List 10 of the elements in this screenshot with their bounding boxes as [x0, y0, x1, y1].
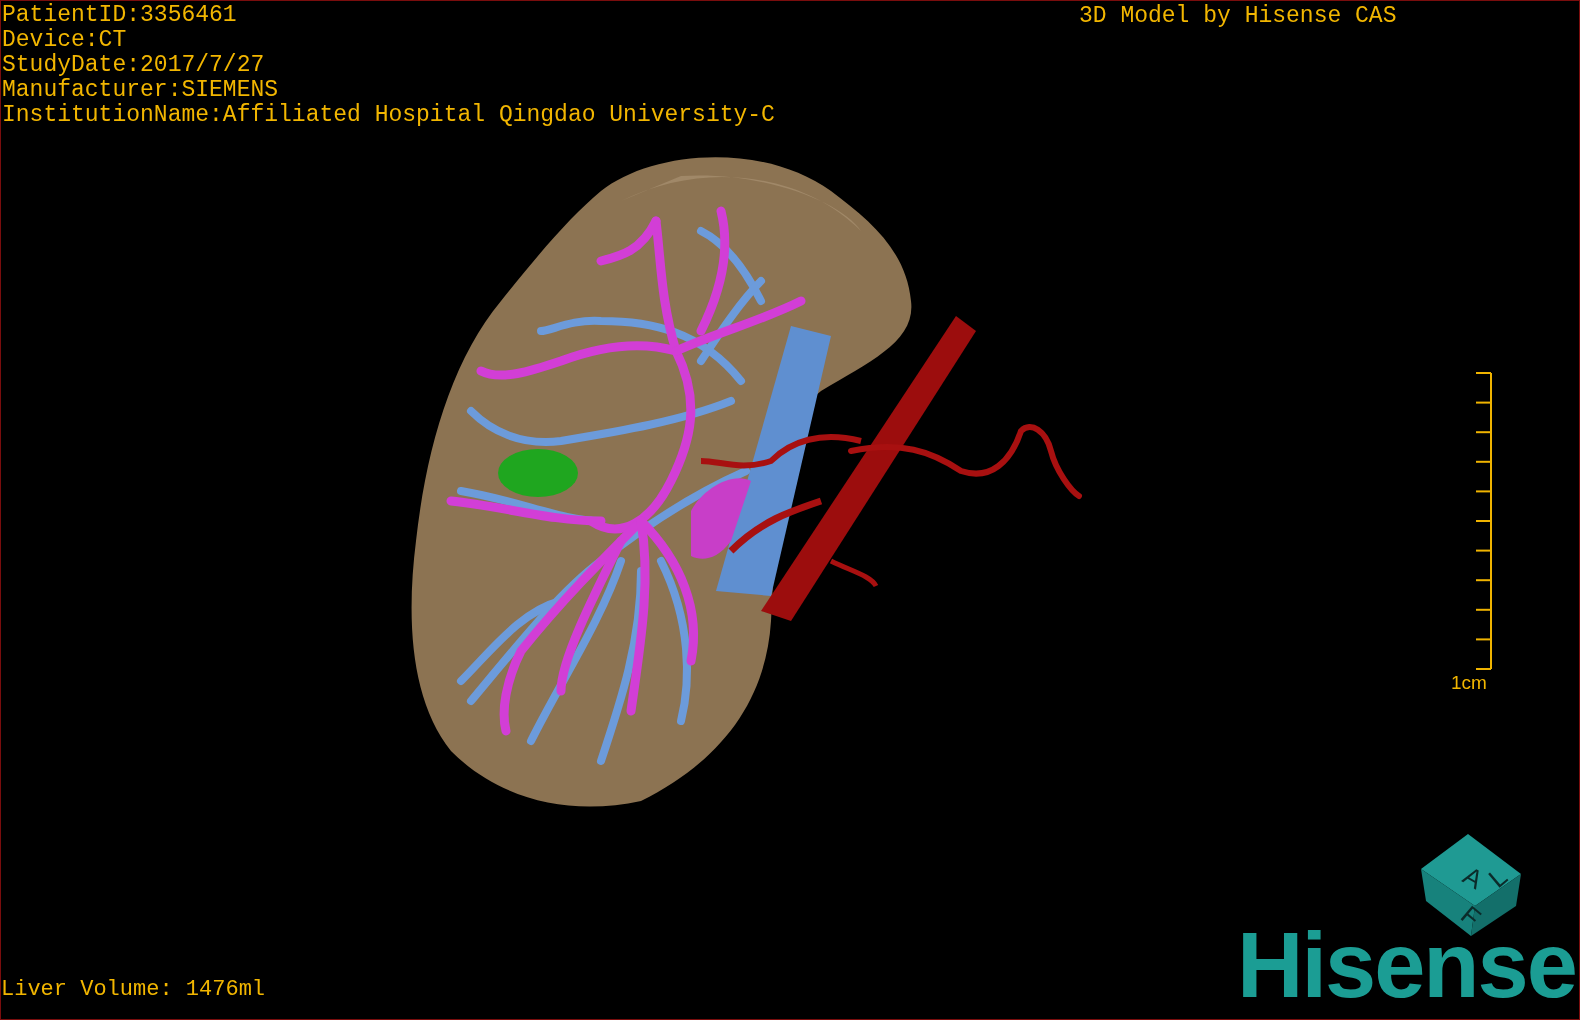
- cube-face-label: F: [1455, 899, 1487, 933]
- viewer-title: 3D Model by Hisense CAS: [1079, 4, 1397, 29]
- scale-bar-icon: [1475, 372, 1492, 670]
- study-info-line: InstitutionName:Affiliated Hospital Qingdao University-C: [2, 103, 775, 128]
- scale-bar-label: 1cm: [1451, 672, 1487, 694]
- study-info-line: Manufacturer:SIEMENS: [2, 78, 280, 103]
- study-info-line: Device:CT: [2, 28, 128, 53]
- liver-volume-label: Liver Volume: 1476ml: [1, 977, 266, 1002]
- study-info-line: StudyDate:2017/7/27: [2, 53, 266, 78]
- study-info-line: PatientID:3356461: [2, 3, 238, 28]
